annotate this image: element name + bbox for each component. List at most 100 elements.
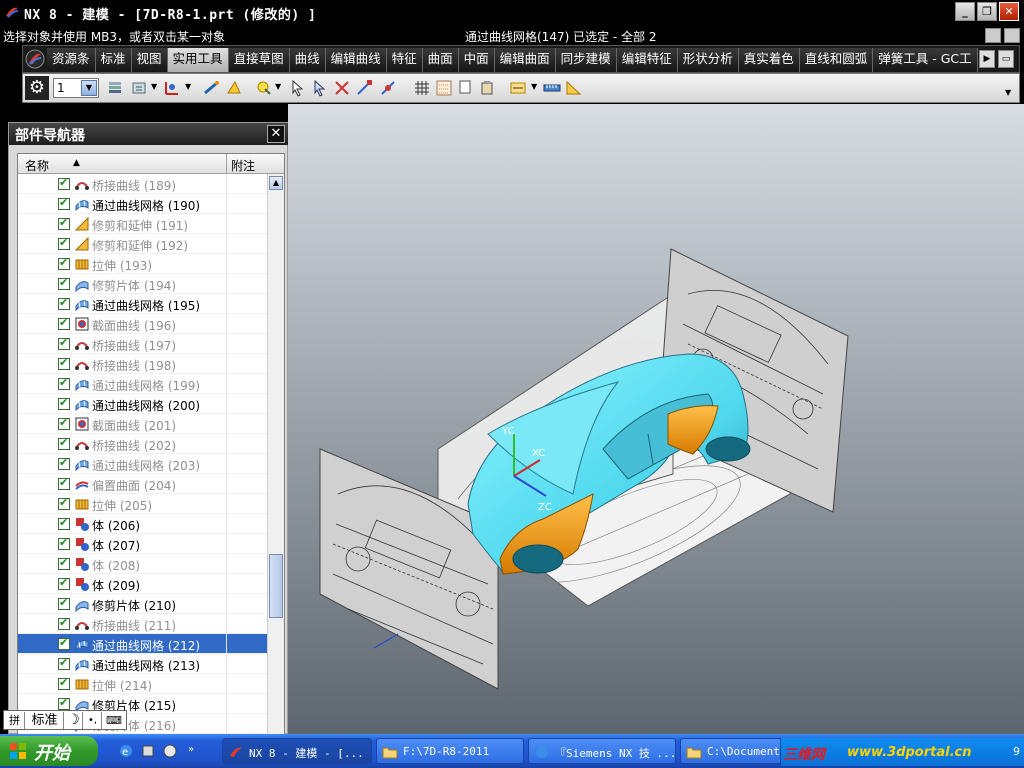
visibility-checkbox[interactable] bbox=[58, 296, 70, 310]
visibility-checkbox[interactable] bbox=[58, 536, 70, 550]
move-to-layer-icon[interactable] bbox=[131, 79, 149, 97]
ruler-icon[interactable] bbox=[543, 79, 561, 97]
chevron-down-icon[interactable]: ▼ bbox=[531, 82, 537, 91]
visibility-checkbox[interactable] bbox=[58, 356, 70, 370]
gear-icon[interactable]: ⚙ bbox=[25, 76, 49, 100]
visibility-checkbox[interactable] bbox=[58, 376, 70, 390]
tree-row[interactable]: 桥接曲线 (202) bbox=[18, 434, 268, 454]
ie-icon[interactable]: e bbox=[118, 743, 134, 759]
visibility-checkbox[interactable] bbox=[58, 236, 70, 250]
tab-feature[interactable]: 特征 bbox=[386, 48, 423, 72]
tab-line-arc[interactable]: 直线和圆弧 bbox=[799, 48, 874, 72]
layer-settings-icon[interactable] bbox=[107, 79, 125, 97]
tabs-menu-icon[interactable]: ▭ bbox=[998, 50, 1014, 68]
visibility-checkbox[interactable] bbox=[58, 396, 70, 410]
tab-sync-modeling[interactable]: 同步建模 bbox=[555, 48, 617, 72]
chevron-down-icon[interactable]: ▼ bbox=[185, 82, 191, 91]
ime-mode[interactable]: 标准 bbox=[26, 712, 64, 729]
visibility-checkbox[interactable] bbox=[58, 276, 70, 290]
triangle-ruler-icon[interactable] bbox=[565, 79, 583, 97]
tree-row[interactable]: 通过曲线网格 (200) bbox=[18, 394, 268, 414]
visibility-checkbox[interactable] bbox=[58, 436, 70, 450]
close-icon[interactable]: ✕ bbox=[267, 125, 285, 143]
nx-menu-icon[interactable] bbox=[25, 49, 45, 69]
visibility-checkbox[interactable] bbox=[58, 516, 70, 530]
selection-filter-icon[interactable] bbox=[255, 79, 273, 97]
chevron-down-icon[interactable]: ▼ bbox=[151, 82, 157, 91]
visibility-checkbox[interactable] bbox=[58, 496, 70, 510]
tree-row[interactable]: 桥接曲线 (211) bbox=[18, 614, 268, 634]
tab-edit-curve[interactable]: 编辑曲线 bbox=[325, 48, 387, 72]
tree-row[interactable]: 修剪片体 (194) bbox=[18, 274, 268, 294]
tree-row[interactable]: 通过曲线网格 (212) bbox=[18, 634, 268, 654]
column-name-header[interactable]: 名称 bbox=[25, 157, 49, 174]
tree-row[interactable]: 体 (209) bbox=[18, 574, 268, 594]
punctuation-icon[interactable]: •, bbox=[84, 712, 102, 729]
tree-row[interactable]: 通过曲线网格 (199) bbox=[18, 374, 268, 394]
paste-view-icon[interactable] bbox=[479, 79, 497, 97]
tree-row[interactable]: 通过曲线网格 (195) bbox=[18, 294, 268, 314]
toolbar-options-icon[interactable]: ▼ bbox=[1005, 88, 1011, 97]
snap-end-icon[interactable] bbox=[355, 79, 373, 97]
tray-clock[interactable]: 9 bbox=[1013, 745, 1020, 758]
visibility-checkbox[interactable] bbox=[58, 316, 70, 330]
visibility-checkbox[interactable] bbox=[58, 456, 70, 470]
tree-row[interactable]: 截面曲线 (196) bbox=[18, 314, 268, 334]
task-nx[interactable]: NX 8 - 建模 - [... bbox=[222, 738, 372, 764]
visibility-checkbox[interactable] bbox=[58, 476, 70, 490]
half-width-icon[interactable]: ☽ bbox=[65, 712, 83, 729]
visibility-checkbox[interactable] bbox=[58, 576, 70, 590]
chevron-down-icon[interactable]: ▼ bbox=[81, 80, 97, 96]
tab-direct-sketch[interactable]: 直接草图 bbox=[228, 48, 290, 72]
tree-row[interactable]: 通过曲线网格 (190) bbox=[18, 194, 268, 214]
visibility-checkbox[interactable] bbox=[58, 176, 70, 190]
tree-row[interactable]: 体 (208) bbox=[18, 554, 268, 574]
tab-spring-tools[interactable]: 弹簧工具 - GC工 bbox=[873, 48, 978, 72]
visibility-checkbox[interactable] bbox=[58, 696, 70, 710]
tree-row[interactable]: 拉伸 (214) bbox=[18, 674, 268, 694]
doc-restore-icon[interactable] bbox=[985, 28, 1001, 43]
tab-shape-analysis[interactable]: 形状分析 bbox=[677, 48, 739, 72]
work-layer-select[interactable]: 1 ▼ bbox=[53, 78, 99, 98]
visibility-checkbox[interactable] bbox=[58, 556, 70, 570]
visibility-checkbox[interactable] bbox=[58, 336, 70, 350]
tree-scrollbar[interactable]: ▲ bbox=[267, 174, 284, 734]
tree-row[interactable]: 体 (206) bbox=[18, 514, 268, 534]
tree-row[interactable]: 桥接曲线 (198) bbox=[18, 354, 268, 374]
visibility-checkbox[interactable] bbox=[58, 656, 70, 670]
tab-edit-feature[interactable]: 编辑特征 bbox=[616, 48, 678, 72]
tree-row[interactable]: 通过曲线网格 (213) bbox=[18, 654, 268, 674]
tab-true-shading[interactable]: 真实着色 bbox=[738, 48, 800, 72]
dotted-grid-icon[interactable] bbox=[435, 79, 453, 97]
copy-view-icon[interactable] bbox=[457, 79, 475, 97]
tree-row[interactable]: 拉伸 (205) bbox=[18, 494, 268, 514]
visibility-checkbox[interactable] bbox=[58, 216, 70, 230]
visibility-checkbox[interactable] bbox=[58, 616, 70, 630]
tree-row[interactable]: 截面曲线 (201) bbox=[18, 414, 268, 434]
task-browser[interactable]: 『Siemens NX 技 ... bbox=[528, 738, 676, 764]
soft-keyboard-icon[interactable]: ⌨ bbox=[103, 712, 125, 729]
tree-row[interactable]: 偏置曲面 (204) bbox=[18, 474, 268, 494]
tab-utility[interactable]: 实用工具 bbox=[167, 48, 229, 72]
visibility-checkbox[interactable] bbox=[58, 256, 70, 270]
tab-midsurface[interactable]: 中面 bbox=[458, 48, 495, 72]
tree-row[interactable]: 修剪片体 (210) bbox=[18, 594, 268, 614]
tree-row[interactable]: 桥接曲线 (189) bbox=[18, 174, 268, 194]
select-point-icon[interactable] bbox=[311, 79, 329, 97]
tree-row[interactable]: 修剪和延伸 (192) bbox=[18, 234, 268, 254]
measure-angle-icon[interactable] bbox=[225, 79, 243, 97]
tree-row[interactable]: 修剪和延伸 (191) bbox=[18, 214, 268, 234]
tab-edit-surface[interactable]: 编辑曲面 bbox=[494, 48, 556, 72]
column-note-header[interactable]: 附注 bbox=[231, 157, 255, 174]
start-button[interactable]: 开始 bbox=[0, 736, 98, 766]
tab-view[interactable]: 视图 bbox=[131, 48, 168, 72]
visibility-checkbox[interactable] bbox=[58, 676, 70, 690]
grid-icon[interactable] bbox=[413, 79, 431, 97]
scroll-thumb[interactable] bbox=[269, 554, 283, 618]
visibility-checkbox[interactable] bbox=[58, 416, 70, 430]
quicklaunch-more-icon[interactable]: » bbox=[188, 744, 194, 755]
scroll-up-icon[interactable]: ▲ bbox=[269, 176, 283, 190]
tab-curve[interactable]: 曲线 bbox=[289, 48, 326, 72]
snap-mid-icon[interactable] bbox=[379, 79, 397, 97]
tree-row[interactable]: 拉伸 (193) bbox=[18, 254, 268, 274]
